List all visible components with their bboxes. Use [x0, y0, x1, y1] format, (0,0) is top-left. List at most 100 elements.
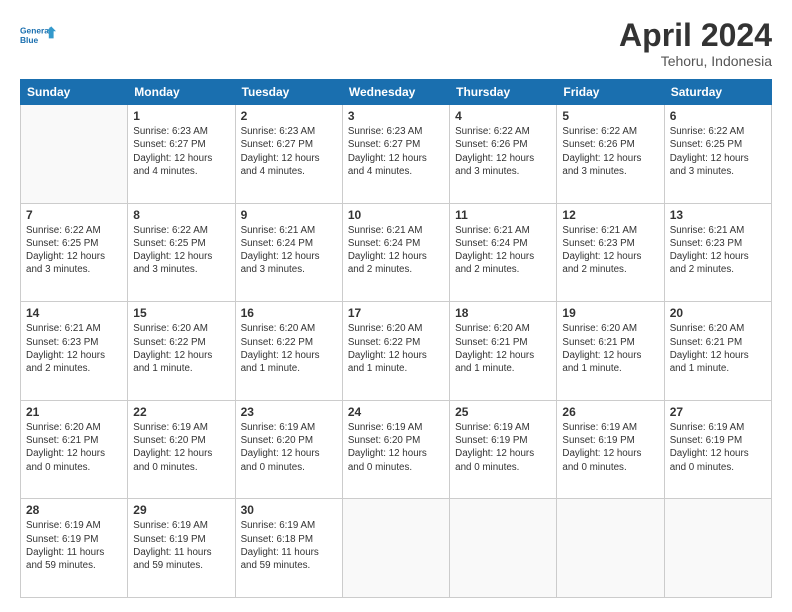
- cell-info-text: Sunrise: 6:20 AM Sunset: 6:21 PM Dayligh…: [455, 322, 551, 375]
- header-saturday: Saturday: [664, 80, 771, 105]
- cell-day-number: 3: [348, 109, 444, 123]
- calendar-cell: 22Sunrise: 6:19 AM Sunset: 6:20 PM Dayli…: [128, 400, 235, 499]
- cell-info-text: Sunrise: 6:19 AM Sunset: 6:18 PM Dayligh…: [241, 519, 337, 572]
- cell-day-number: 11: [455, 208, 551, 222]
- cell-info-text: Sunrise: 6:21 AM Sunset: 6:24 PM Dayligh…: [455, 224, 551, 277]
- cell-day-number: 19: [562, 306, 658, 320]
- cell-day-number: 21: [26, 405, 122, 419]
- cell-info-text: Sunrise: 6:23 AM Sunset: 6:27 PM Dayligh…: [241, 125, 337, 178]
- header-sunday: Sunday: [21, 80, 128, 105]
- cell-day-number: 16: [241, 306, 337, 320]
- cell-day-number: 24: [348, 405, 444, 419]
- cell-info-text: Sunrise: 6:23 AM Sunset: 6:27 PM Dayligh…: [348, 125, 444, 178]
- cell-day-number: 26: [562, 405, 658, 419]
- cell-info-text: Sunrise: 6:21 AM Sunset: 6:23 PM Dayligh…: [670, 224, 766, 277]
- cell-info-text: Sunrise: 6:23 AM Sunset: 6:27 PM Dayligh…: [133, 125, 229, 178]
- calendar-cell: 26Sunrise: 6:19 AM Sunset: 6:19 PM Dayli…: [557, 400, 664, 499]
- cell-day-number: 20: [670, 306, 766, 320]
- calendar-cell: 4 Sunrise: 6:22 AM Sunset: 6:26 PM Daylig…: [450, 105, 557, 204]
- week-row-2: 7 Sunrise: 6:22 AM Sunset: 6:25 PM Daylig…: [21, 203, 772, 302]
- cell-day-number: 4: [455, 109, 551, 123]
- cell-info-text: Sunrise: 6:21 AM Sunset: 6:24 PM Dayligh…: [241, 224, 337, 277]
- svg-text:General: General: [20, 26, 51, 36]
- title-block: April 2024 Tehoru, Indonesia: [619, 18, 772, 69]
- header-tuesday: Tuesday: [235, 80, 342, 105]
- page: General Blue April 2024 Tehoru, Indonesi…: [0, 0, 792, 612]
- calendar-cell: 2 Sunrise: 6:23 AM Sunset: 6:27 PM Daylig…: [235, 105, 342, 204]
- calendar-cell: 13 Sunrise: 6:21 AM Sunset: 6:23 PM Dayli…: [664, 203, 771, 302]
- cell-info-text: Sunrise: 6:20 AM Sunset: 6:22 PM Dayligh…: [348, 322, 444, 375]
- cell-info-text: Sunrise: 6:19 AM Sunset: 6:19 PM Dayligh…: [133, 519, 229, 572]
- calendar-cell: 9 Sunrise: 6:21 AM Sunset: 6:24 PM Daylig…: [235, 203, 342, 302]
- cell-info-text: Sunrise: 6:22 AM Sunset: 6:25 PM Dayligh…: [26, 224, 122, 277]
- cell-day-number: 30: [241, 503, 337, 517]
- calendar-cell: 3 Sunrise: 6:23 AM Sunset: 6:27 PM Daylig…: [342, 105, 449, 204]
- calendar-cell: 7 Sunrise: 6:22 AM Sunset: 6:25 PM Daylig…: [21, 203, 128, 302]
- calendar-cell: 11 Sunrise: 6:21 AM Sunset: 6:24 PM Dayli…: [450, 203, 557, 302]
- calendar-cell: 8Sunrise: 6:22 AM Sunset: 6:25 PM Daylig…: [128, 203, 235, 302]
- cell-day-number: 13: [670, 208, 766, 222]
- cell-info-text: Sunrise: 6:22 AM Sunset: 6:26 PM Dayligh…: [455, 125, 551, 178]
- cell-info-text: Sunrise: 6:20 AM Sunset: 6:22 PM Dayligh…: [241, 322, 337, 375]
- calendar-cell: 16 Sunrise: 6:20 AM Sunset: 6:22 PM Dayli…: [235, 302, 342, 401]
- calendar-cell: 17Sunrise: 6:20 AM Sunset: 6:22 PM Dayli…: [342, 302, 449, 401]
- logo: General Blue: [20, 18, 56, 54]
- cell-day-number: 29: [133, 503, 229, 517]
- cell-info-text: Sunrise: 6:20 AM Sunset: 6:21 PM Dayligh…: [26, 421, 122, 474]
- calendar-cell: 15Sunrise: 6:20 AM Sunset: 6:22 PM Dayli…: [128, 302, 235, 401]
- calendar-cell: 28Sunrise: 6:19 AM Sunset: 6:19 PM Dayli…: [21, 499, 128, 598]
- header-wednesday: Wednesday: [342, 80, 449, 105]
- calendar-table: SundayMondayTuesdayWednesdayThursdayFrid…: [20, 79, 772, 598]
- cell-day-number: 1: [133, 109, 229, 123]
- cell-info-text: Sunrise: 6:20 AM Sunset: 6:21 PM Dayligh…: [670, 322, 766, 375]
- cell-info-text: Sunrise: 6:19 AM Sunset: 6:19 PM Dayligh…: [670, 421, 766, 474]
- calendar-cell: 24 Sunrise: 6:19 AM Sunset: 6:20 PM Dayli…: [342, 400, 449, 499]
- cell-day-number: 18: [455, 306, 551, 320]
- cell-info-text: Sunrise: 6:21 AM Sunset: 6:23 PM Dayligh…: [26, 322, 122, 375]
- cell-info-text: Sunrise: 6:22 AM Sunset: 6:26 PM Dayligh…: [562, 125, 658, 178]
- header: General Blue April 2024 Tehoru, Indonesi…: [20, 18, 772, 69]
- cell-info-text: Sunrise: 6:19 AM Sunset: 6:20 PM Dayligh…: [241, 421, 337, 474]
- calendar-location: Tehoru, Indonesia: [619, 53, 772, 69]
- cell-day-number: 14: [26, 306, 122, 320]
- calendar-cell: 19Sunrise: 6:20 AM Sunset: 6:21 PM Dayli…: [557, 302, 664, 401]
- calendar-cell: [664, 499, 771, 598]
- calendar-cell: 23 Sunrise: 6:19 AM Sunset: 6:20 PM Dayli…: [235, 400, 342, 499]
- cell-info-text: Sunrise: 6:21 AM Sunset: 6:23 PM Dayligh…: [562, 224, 658, 277]
- calendar-cell: 25 Sunrise: 6:19 AM Sunset: 6:19 PM Dayli…: [450, 400, 557, 499]
- cell-day-number: 7: [26, 208, 122, 222]
- cell-info-text: Sunrise: 6:20 AM Sunset: 6:22 PM Dayligh…: [133, 322, 229, 375]
- cell-day-number: 2: [241, 109, 337, 123]
- calendar-cell: 20 Sunrise: 6:20 AM Sunset: 6:21 PM Dayli…: [664, 302, 771, 401]
- week-row-3: 14 Sunrise: 6:21 AM Sunset: 6:23 PM Dayli…: [21, 302, 772, 401]
- cell-day-number: 12: [562, 208, 658, 222]
- cell-info-text: Sunrise: 6:19 AM Sunset: 6:20 PM Dayligh…: [348, 421, 444, 474]
- calendar-cell: 18 Sunrise: 6:20 AM Sunset: 6:21 PM Dayli…: [450, 302, 557, 401]
- header-friday: Friday: [557, 80, 664, 105]
- calendar-cell: 6Sunrise: 6:22 AM Sunset: 6:25 PM Daylig…: [664, 105, 771, 204]
- header-thursday: Thursday: [450, 80, 557, 105]
- cell-info-text: Sunrise: 6:19 AM Sunset: 6:19 PM Dayligh…: [455, 421, 551, 474]
- calendar-cell: 21 Sunrise: 6:20 AM Sunset: 6:21 PM Dayli…: [21, 400, 128, 499]
- calendar-cell: 10Sunrise: 6:21 AM Sunset: 6:24 PM Dayli…: [342, 203, 449, 302]
- cell-day-number: 27: [670, 405, 766, 419]
- header-monday: Monday: [128, 80, 235, 105]
- cell-day-number: 25: [455, 405, 551, 419]
- cell-day-number: 23: [241, 405, 337, 419]
- calendar-body: 1 Sunrise: 6:23 AM Sunset: 6:27 PM Daylig…: [21, 105, 772, 598]
- calendar-cell: [342, 499, 449, 598]
- cell-day-number: 28: [26, 503, 122, 517]
- calendar-cell: 27 Sunrise: 6:19 AM Sunset: 6:19 PM Dayli…: [664, 400, 771, 499]
- calendar-cell: 12 Sunrise: 6:21 AM Sunset: 6:23 PM Dayli…: [557, 203, 664, 302]
- calendar-cell: [557, 499, 664, 598]
- cell-info-text: Sunrise: 6:22 AM Sunset: 6:25 PM Dayligh…: [133, 224, 229, 277]
- cell-info-text: Sunrise: 6:22 AM Sunset: 6:25 PM Dayligh…: [670, 125, 766, 178]
- cell-info-text: Sunrise: 6:19 AM Sunset: 6:20 PM Dayligh…: [133, 421, 229, 474]
- cell-day-number: 5: [562, 109, 658, 123]
- calendar-header-row: SundayMondayTuesdayWednesdayThursdayFrid…: [21, 80, 772, 105]
- cell-day-number: 9: [241, 208, 337, 222]
- cell-day-number: 10: [348, 208, 444, 222]
- week-row-1: 1 Sunrise: 6:23 AM Sunset: 6:27 PM Daylig…: [21, 105, 772, 204]
- calendar-cell: 5 Sunrise: 6:22 AM Sunset: 6:26 PM Daylig…: [557, 105, 664, 204]
- calendar-cell: [450, 499, 557, 598]
